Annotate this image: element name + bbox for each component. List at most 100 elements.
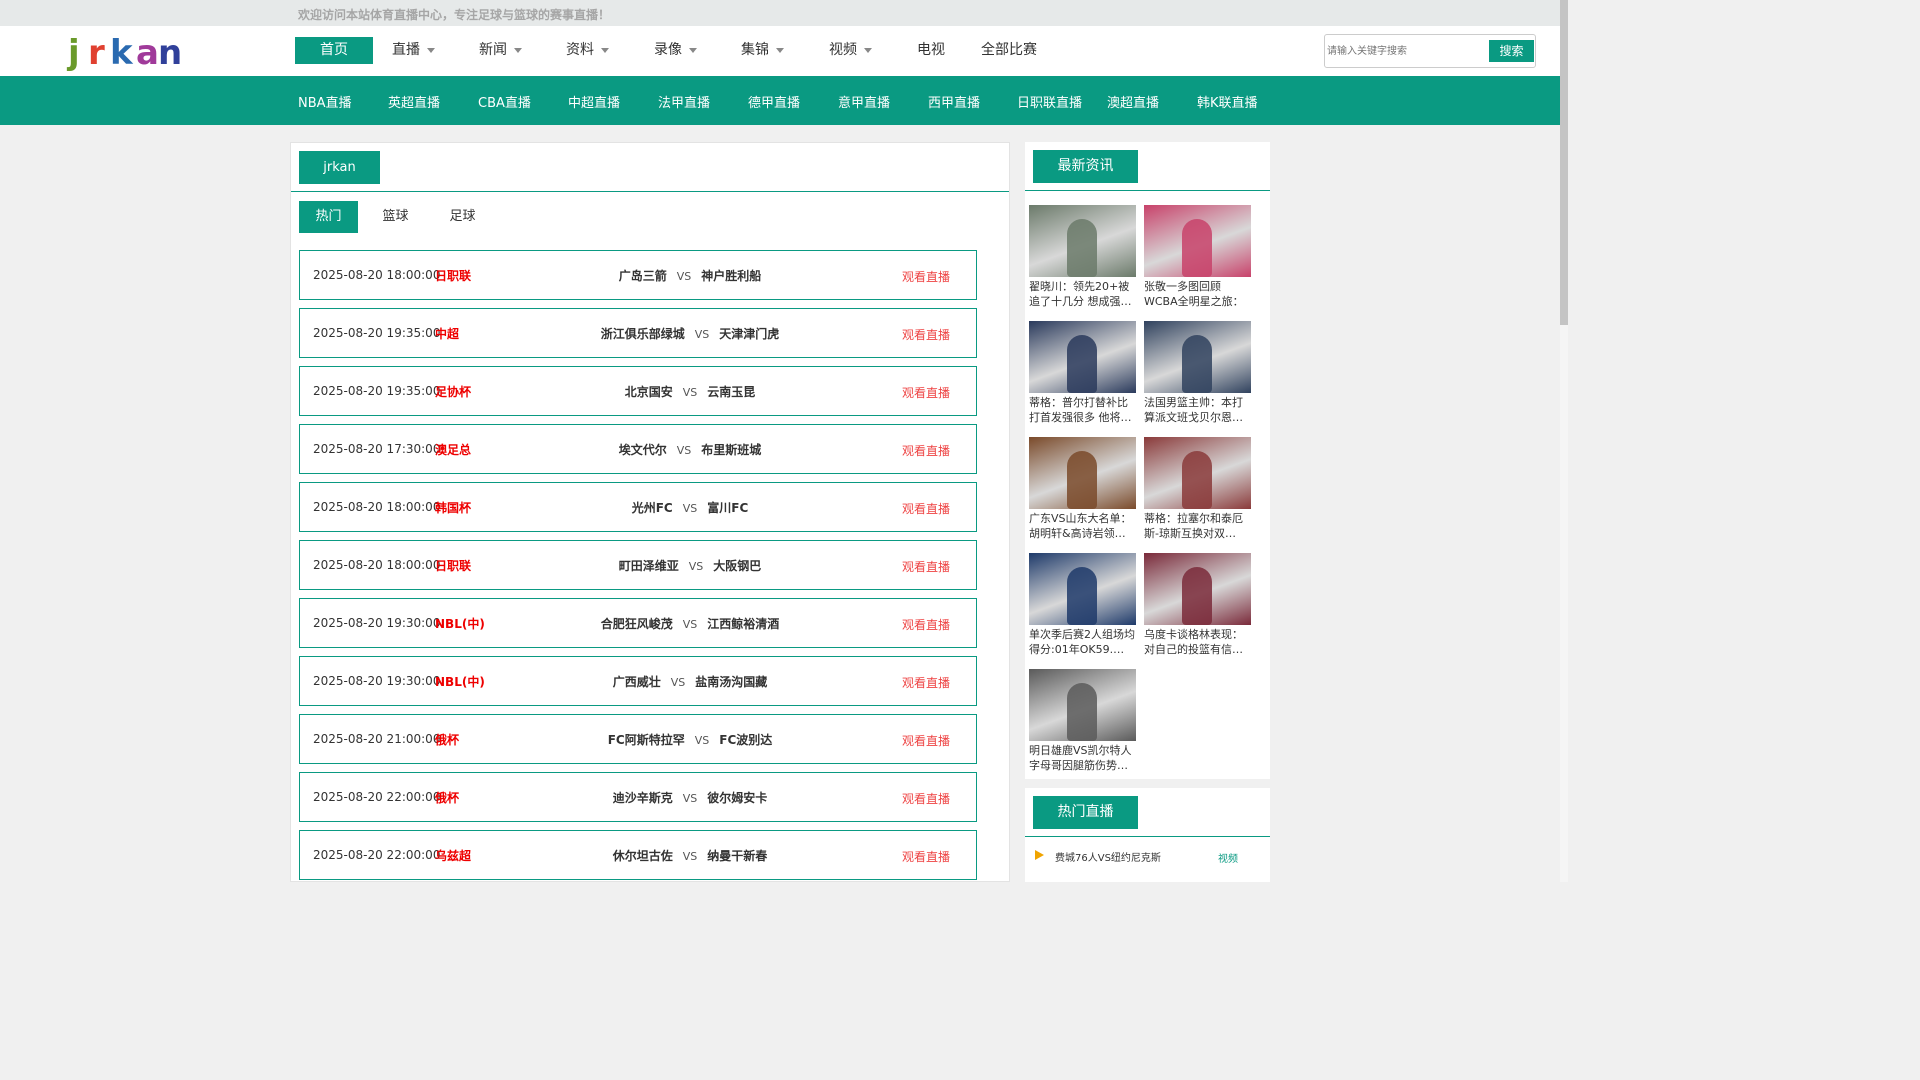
news-thumbnail[interactable] bbox=[1029, 321, 1136, 393]
watch-live-link[interactable]: 观看直播 bbox=[902, 732, 950, 749]
news-card[interactable]: 法国男篮主帅：本打算派文班戈贝尔恩… bbox=[1144, 321, 1251, 425]
league-nav-item[interactable]: 英超直播 bbox=[388, 92, 440, 111]
nav-item[interactable]: 新闻 bbox=[479, 37, 549, 64]
nav-item[interactable]: 录像 bbox=[654, 37, 724, 64]
news-thumbnail[interactable] bbox=[1144, 205, 1251, 277]
away-team[interactable]: 纳曼干新春 bbox=[707, 849, 767, 863]
home-team[interactable]: 广岛三箭 bbox=[619, 269, 667, 283]
match-league[interactable]: 澳足总 bbox=[435, 441, 471, 458]
watch-live-link[interactable]: 观看直播 bbox=[902, 558, 950, 575]
category-tab[interactable]: 足球 bbox=[433, 201, 492, 233]
nav-item[interactable]: 电视 bbox=[917, 37, 967, 64]
match-league[interactable]: NBL(中) bbox=[435, 673, 485, 690]
video-link[interactable]: 视频 bbox=[1218, 850, 1238, 865]
news-caption[interactable]: 法国男篮主帅：本打算派文班戈贝尔恩… bbox=[1144, 395, 1251, 425]
away-team[interactable]: 神户胜利船 bbox=[701, 269, 761, 283]
watch-live-link[interactable]: 观看直播 bbox=[902, 674, 950, 691]
watch-live-link[interactable]: 观看直播 bbox=[902, 442, 950, 459]
away-team[interactable]: 盐南汤沟国藏 bbox=[695, 675, 767, 689]
news-caption[interactable]: 蒂格：普尔打替补比打首发强很多 他将… bbox=[1029, 395, 1136, 425]
nav-item[interactable]: 直播 bbox=[392, 37, 462, 64]
news-thumbnail[interactable] bbox=[1029, 205, 1136, 277]
match-league[interactable]: NBL(中) bbox=[435, 615, 485, 632]
home-team[interactable]: 光州FC bbox=[632, 501, 673, 515]
match-league[interactable]: 乌兹超 bbox=[435, 847, 471, 864]
news-caption[interactable]: 广东VS山东大名单：胡明轩&高诗岩领… bbox=[1029, 511, 1136, 541]
search-input[interactable] bbox=[1327, 41, 1483, 61]
away-team[interactable]: 江西鲸裕清酒 bbox=[707, 617, 779, 631]
news-card[interactable]: 蒂格：拉塞尔和泰厄斯-琼斯互换对双… bbox=[1144, 437, 1251, 541]
news-card[interactable]: 广东VS山东大名单：胡明轩&高诗岩领… bbox=[1029, 437, 1136, 541]
league-nav-item[interactable]: 日职联直播 bbox=[1017, 92, 1082, 111]
news-caption[interactable]: 翟晓川：领先20+被追了十几分 想成强… bbox=[1029, 279, 1136, 309]
match-league[interactable]: 日职联 bbox=[435, 267, 471, 284]
watch-live-link[interactable]: 观看直播 bbox=[902, 268, 950, 285]
news-caption[interactable]: 明日雄鹿VS凯尔特人 字母哥因腿筋伤势… bbox=[1029, 743, 1136, 773]
league-nav-item[interactable]: 意甲直播 bbox=[838, 92, 890, 111]
match-league[interactable]: 足协杯 bbox=[435, 383, 471, 400]
news-thumbnail[interactable] bbox=[1029, 553, 1136, 625]
nav-item[interactable]: 资料 bbox=[566, 37, 636, 64]
news-card[interactable]: 明日雄鹿VS凯尔特人 字母哥因腿筋伤势… bbox=[1029, 669, 1136, 773]
hot-live-name[interactable]: 费城76人VS纽约尼克斯 bbox=[1055, 849, 1161, 864]
nav-item[interactable]: 视频 bbox=[829, 37, 899, 64]
news-caption[interactable]: 张敬一多图回顾WCBA全明星之旅：分… bbox=[1144, 279, 1251, 309]
league-nav-item[interactable]: 法甲直播 bbox=[658, 92, 710, 111]
match-league[interactable]: 中超 bbox=[435, 325, 459, 342]
category-tab[interactable]: 篮球 bbox=[366, 201, 425, 233]
match-league[interactable]: 日职联 bbox=[435, 557, 471, 574]
league-nav-item[interactable]: 西甲直播 bbox=[928, 92, 980, 111]
search-button[interactable]: 搜索 bbox=[1489, 40, 1534, 62]
watch-live-link[interactable]: 观看直播 bbox=[902, 790, 950, 807]
news-thumbnail[interactable] bbox=[1029, 437, 1136, 509]
match-league[interactable]: 俄杯 bbox=[435, 731, 459, 748]
watch-live-link[interactable]: 观看直播 bbox=[902, 616, 950, 633]
home-team[interactable]: 休尔坦古佐 bbox=[613, 849, 673, 863]
news-card[interactable]: 翟晓川：领先20+被追了十几分 想成强… bbox=[1029, 205, 1136, 309]
news-thumbnail[interactable] bbox=[1144, 321, 1251, 393]
match-league[interactable]: 俄杯 bbox=[435, 789, 459, 806]
news-caption[interactable]: 蒂格：拉塞尔和泰厄斯-琼斯互换对双… bbox=[1144, 511, 1251, 541]
away-team[interactable]: 布里斯班城 bbox=[701, 443, 761, 457]
match-league[interactable]: 韩国杯 bbox=[435, 499, 471, 516]
news-card[interactable]: 乌度卡谈格林表现：对自己的投篮有信… bbox=[1144, 553, 1251, 657]
news-caption[interactable]: 乌度卡谈格林表现：对自己的投篮有信… bbox=[1144, 627, 1251, 657]
home-team[interactable]: 北京国安 bbox=[625, 385, 673, 399]
site-logo[interactable]: j r k a n bbox=[66, 34, 186, 76]
home-team[interactable]: 町田泽维亚 bbox=[619, 559, 679, 573]
news-caption[interactable]: 单次季后赛2人组场均得分:01年OK59.… bbox=[1029, 627, 1136, 657]
away-team[interactable]: 云南玉昆 bbox=[707, 385, 755, 399]
watch-live-link[interactable]: 观看直播 bbox=[902, 384, 950, 401]
away-team[interactable]: FC波别达 bbox=[719, 733, 772, 747]
home-team[interactable]: 合肥狂风峻茂 bbox=[601, 617, 673, 631]
home-team[interactable]: 浙江俱乐部绿城 bbox=[601, 327, 685, 341]
league-nav-item[interactable]: 韩K联直播 bbox=[1197, 92, 1258, 111]
news-card[interactable]: 蒂格：普尔打替补比打首发强很多 他将… bbox=[1029, 321, 1136, 425]
home-team[interactable]: 广西威壮 bbox=[613, 675, 661, 689]
news-thumbnail[interactable] bbox=[1144, 553, 1251, 625]
scrollbar-thumb[interactable] bbox=[1560, 0, 1568, 325]
watch-live-link[interactable]: 观看直播 bbox=[902, 500, 950, 517]
home-team[interactable]: 埃文代尔 bbox=[619, 443, 667, 457]
league-nav-item[interactable]: 德甲直播 bbox=[748, 92, 800, 111]
league-nav-item[interactable]: 澳超直播 bbox=[1107, 92, 1159, 111]
league-nav-item[interactable]: CBA直播 bbox=[478, 92, 531, 111]
league-nav-item[interactable]: NBA直播 bbox=[298, 92, 352, 111]
news-thumbnail[interactable] bbox=[1029, 669, 1136, 741]
home-team[interactable]: 迪沙辛斯克 bbox=[613, 791, 673, 805]
news-card[interactable]: 单次季后赛2人组场均得分:01年OK59.… bbox=[1029, 553, 1136, 657]
away-team[interactable]: 彼尔姆安卡 bbox=[707, 791, 767, 805]
league-nav-item[interactable]: 中超直播 bbox=[568, 92, 620, 111]
news-thumbnail[interactable] bbox=[1144, 437, 1251, 509]
category-tab[interactable]: 热门 bbox=[299, 201, 358, 233]
nav-item[interactable]: 首页 bbox=[295, 37, 373, 64]
away-team[interactable]: 大阪钢巴 bbox=[713, 559, 761, 573]
away-team[interactable]: 天津津门虎 bbox=[719, 327, 779, 341]
watch-live-link[interactable]: 观看直播 bbox=[902, 326, 950, 343]
hot-live-item[interactable]: 费城76人VS纽约尼克斯 视频 bbox=[1035, 848, 1265, 866]
away-team[interactable]: 富川FC bbox=[707, 501, 748, 515]
nav-item[interactable]: 集锦 bbox=[741, 37, 811, 64]
nav-item[interactable]: 全部比赛 bbox=[981, 37, 1051, 64]
watch-live-link[interactable]: 观看直播 bbox=[902, 848, 950, 865]
home-team[interactable]: FC阿斯特拉罕 bbox=[608, 733, 685, 747]
